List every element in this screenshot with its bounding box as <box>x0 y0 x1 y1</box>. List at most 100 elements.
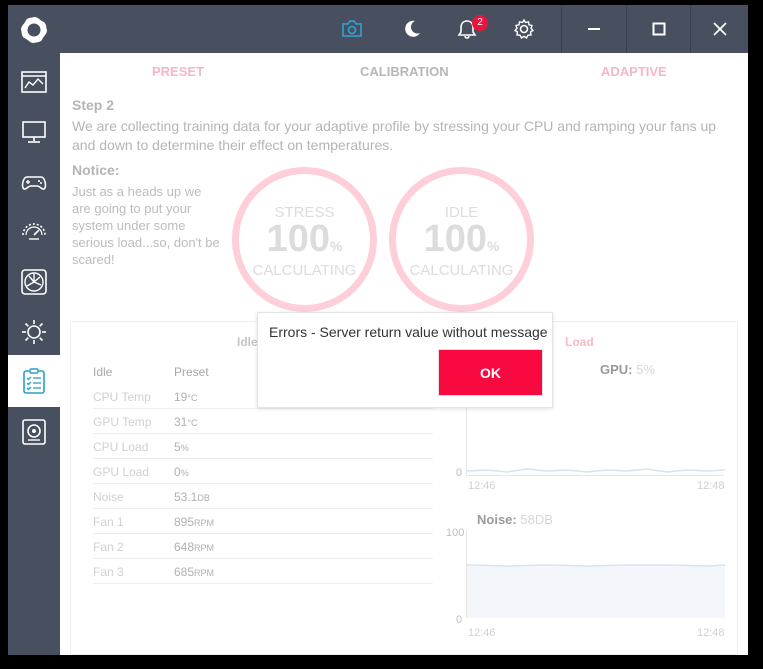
idle-ring-status: CALCULATING <box>409 262 514 279</box>
row-value: 685RPM <box>174 565 214 579</box>
gamepad-icon <box>21 176 47 190</box>
stress-ring: STRESS 100% CALCULATING <box>232 167 377 312</box>
screenshot-button[interactable] <box>336 5 368 53</box>
sidebar <box>8 5 60 655</box>
header-idle: Idle <box>93 365 113 379</box>
row-unit: % <box>180 443 189 453</box>
table-row: Fan 1 895RPM <box>93 509 433 534</box>
row-number: 648 <box>174 540 195 554</box>
computer-icon <box>22 121 46 143</box>
tab-calibration[interactable]: CALIBRATION <box>360 64 449 79</box>
minimize-button[interactable] <box>562 5 626 53</box>
sidebar-item-lighting[interactable] <box>8 307 60 357</box>
idle-heading: Idle <box>237 335 258 349</box>
dark-mode-button[interactable] <box>396 5 428 53</box>
row-number: 685 <box>174 565 195 579</box>
row-number: 0 <box>174 465 181 479</box>
gpu-graph <box>466 402 726 476</box>
step-title: Step 2 <box>72 97 115 113</box>
camera-icon <box>342 20 362 37</box>
header-preset: Preset <box>174 365 209 379</box>
sidebar-item-fans[interactable] <box>8 257 60 307</box>
logo-icon <box>21 17 47 43</box>
speaker-icon <box>22 419 46 445</box>
row-unit: RPM <box>194 568 215 578</box>
sidebar-item-calibration[interactable] <box>8 355 60 407</box>
noise-time-start: 12:46 <box>468 627 496 639</box>
gpu-time-start: 12:46 <box>468 480 496 492</box>
row-number: 19 <box>174 390 188 404</box>
row-unit: % <box>180 468 189 478</box>
gpu-graph-label: GPU: <box>600 362 633 377</box>
gpu-axis-min: 0 <box>456 467 463 479</box>
ok-button[interactable]: OK <box>438 349 543 396</box>
tab-preset[interactable]: PRESET <box>152 64 204 79</box>
maximize-icon <box>652 22 665 36</box>
step-description: We are collecting training data for your… <box>72 118 717 153</box>
speedometer-icon <box>22 223 46 240</box>
row-value: 53.1DB <box>174 490 210 504</box>
row-label: Fan 1 <box>93 515 124 529</box>
table-row: Fan 3 685RPM <box>93 559 433 584</box>
row-number: 5 <box>174 440 181 454</box>
table-row: GPU Load 0% <box>93 459 433 484</box>
idle-unit: % <box>486 238 500 254</box>
table-row: CPU Load 5% <box>93 434 433 459</box>
noise-graph-label: Noise: <box>477 512 517 527</box>
noise-graph-fill <box>466 564 726 618</box>
row-value: 895RPM <box>174 515 214 529</box>
error-message: Errors - Server return value without mes… <box>269 324 548 340</box>
fan-icon <box>21 269 47 295</box>
error-dialog: Errors - Server return value without mes… <box>257 312 553 408</box>
gear-icon <box>513 18 535 40</box>
row-label: Fan 3 <box>93 565 124 579</box>
row-value: 648RPM <box>174 540 214 554</box>
noise-axis-max: 100 <box>446 527 465 539</box>
gpu-graph-value: 5% <box>636 362 655 377</box>
app-logo[interactable] <box>8 5 60 55</box>
table-row: GPU Temp 31°C <box>93 409 433 434</box>
noise-graph <box>466 530 726 618</box>
maximize-button[interactable] <box>627 5 690 53</box>
sidebar-item-system[interactable] <box>8 107 60 157</box>
moon-icon <box>405 20 420 37</box>
brightness-icon <box>22 320 46 344</box>
load-heading: Load <box>565 335 594 349</box>
row-label: Noise <box>93 490 124 504</box>
noise-graph-title: Noise: 58DB <box>477 512 553 527</box>
row-number: 31 <box>174 415 188 429</box>
title-bar: 2 <box>60 5 748 53</box>
sidebar-item-performance[interactable] <box>8 207 60 257</box>
noise-graph-value: 58DB <box>520 512 553 527</box>
row-label: GPU Load <box>93 465 150 479</box>
stress-value: 100 <box>266 218 330 260</box>
notification-badge: 2 <box>472 15 488 31</box>
clipboard-checklist-icon <box>23 368 45 394</box>
stress-ring-value: 100% <box>239 218 370 261</box>
gpu-graph-title: GPU: 5% <box>600 362 655 377</box>
row-unit: °C <box>187 393 198 403</box>
sidebar-item-dashboard[interactable] <box>8 57 60 107</box>
settings-button[interactable] <box>508 5 540 53</box>
row-unit: °C <box>187 418 198 428</box>
row-label: CPU Temp <box>93 390 151 404</box>
close-button[interactable] <box>691 5 748 53</box>
close-icon <box>712 22 727 36</box>
row-value: 19°C <box>174 390 197 404</box>
noise-time-end: 12:48 <box>697 627 725 639</box>
row-value: 31°C <box>174 415 197 429</box>
notifications-button[interactable]: 2 <box>450 5 488 53</box>
row-number: 53.1 <box>174 490 198 504</box>
notice-title: Notice: <box>72 162 120 178</box>
minimize-icon <box>588 28 600 30</box>
row-unit: RPM <box>194 543 215 553</box>
row-number: 895 <box>174 515 195 529</box>
idle-value: 100 <box>423 218 487 260</box>
mode-tabs: PRESET CALIBRATION ADAPTIVE <box>60 53 748 89</box>
notice-text: Just as a heads up we are going to put y… <box>72 184 220 267</box>
sidebar-item-audio[interactable] <box>8 407 60 457</box>
row-value: 5% <box>174 440 189 454</box>
sidebar-item-gaming[interactable] <box>8 157 60 207</box>
tab-adaptive[interactable]: ADAPTIVE <box>601 64 667 79</box>
stress-ring-status: CALCULATING <box>252 262 357 279</box>
